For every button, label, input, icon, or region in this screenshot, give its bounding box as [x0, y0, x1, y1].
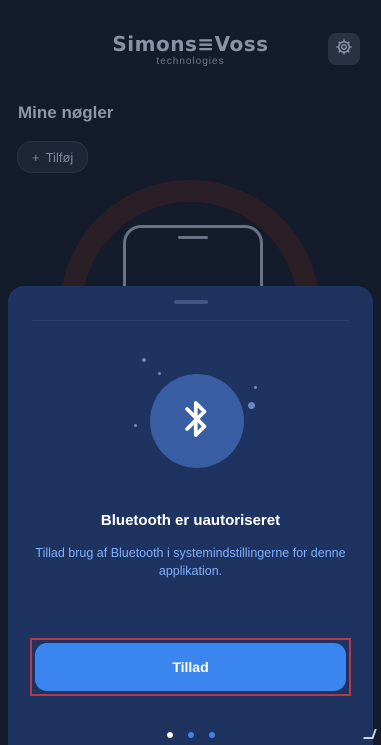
- divider: [32, 320, 349, 321]
- app-screen: Simons≡Voss technologies Mine nøgler + T…: [0, 0, 381, 745]
- sheet-title: Bluetooth er uautoriseret: [100, 512, 281, 529]
- allow-button-highlight: Tillad: [30, 638, 351, 696]
- pager-dot-3[interactable]: [208, 732, 215, 738]
- resize-corner-icon: [363, 729, 377, 739]
- bluetooth-badge: [150, 374, 244, 468]
- add-key-button[interactable]: + Tilføj: [17, 141, 89, 173]
- pager-dot-2[interactable]: [187, 732, 194, 738]
- sheet-description: Tillad brug af Bluetooth i systemindstil…: [35, 546, 346, 578]
- brand-logo: Simons≡Voss technologies: [0, 34, 381, 67]
- pager-dots: [8, 732, 373, 738]
- pager-dot-1[interactable]: [166, 732, 173, 738]
- plus-icon: +: [32, 149, 40, 165]
- brand-name: Simons≡Voss: [112, 32, 269, 56]
- page-title: Mine nøgler: [18, 103, 114, 122]
- bluetooth-icon: [182, 398, 212, 445]
- decorative-dot: [158, 372, 161, 375]
- decorative-dot: [254, 386, 257, 389]
- decorative-dot: [142, 358, 146, 362]
- allow-button[interactable]: Tillad: [35, 643, 346, 691]
- settings-button[interactable]: [328, 33, 360, 65]
- gear-icon: [335, 38, 353, 61]
- add-key-label: Tilføj: [45, 149, 74, 165]
- sheet-handle[interactable]: [173, 300, 208, 304]
- phone-speaker: [178, 236, 208, 239]
- bluetooth-permission-sheet: Bluetooth er uautoriseret Tillad brug af…: [8, 286, 373, 745]
- decorative-dot: [134, 424, 137, 427]
- decorative-dot: [248, 402, 255, 409]
- brand-subtitle: technologies: [156, 56, 225, 67]
